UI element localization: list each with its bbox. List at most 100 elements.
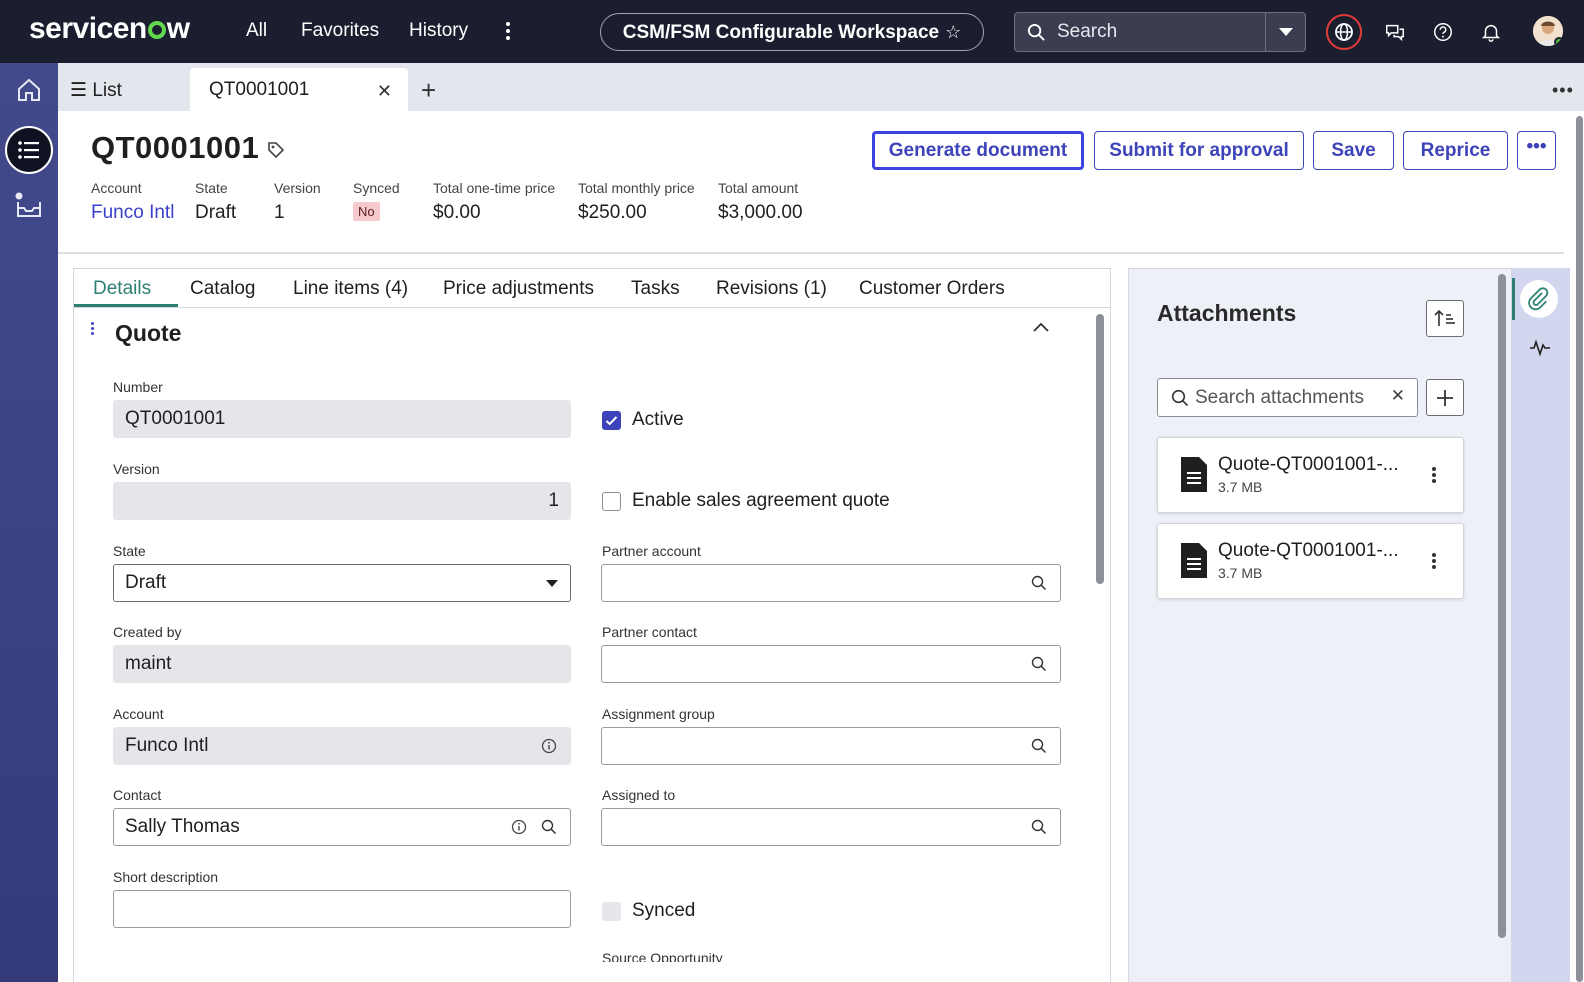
list-icon[interactable] [5,126,53,174]
activity-icon[interactable] [1529,337,1551,357]
paperclip-icon[interactable] [1520,280,1558,318]
attachment-menu-icon[interactable] [1432,467,1436,483]
version-label: Version [113,461,160,477]
version-value: 1 [548,490,559,511]
presence-indicator [1554,37,1563,46]
inbox-icon[interactable] [13,190,45,222]
search-icon[interactable] [1031,819,1047,835]
meta-account-link[interactable]: Funco Intl [91,202,174,224]
attachment-name: Quote-QT0001001-... [1218,540,1399,561]
partner-account-field[interactable] [601,564,1061,602]
record-title: QT0001001 [91,130,260,165]
search-icon[interactable] [1031,575,1047,591]
contact-field[interactable]: Sally Thomas [113,808,571,846]
short-description-field[interactable] [113,890,571,928]
info-icon[interactable] [511,819,527,835]
servicenow-logo[interactable]: servicen w [29,12,190,46]
tab-list[interactable]: ☰ List [70,79,122,102]
search-icon[interactable] [541,819,557,835]
attachment-size: 3.7 MB [1218,565,1263,581]
chevron-up-icon[interactable] [1033,322,1049,332]
assigned-to-label: Assigned to [602,787,676,803]
star-icon[interactable]: ☆ [945,22,961,42]
chevron-down-icon [546,580,558,587]
meta-version-label: Version [274,180,321,196]
meta-onetime-value: $0.00 [433,202,481,223]
tab-catalog[interactable]: Catalog [190,278,256,300]
search-attachments-input[interactable]: Search attachments ✕ [1157,378,1418,417]
contact-value: Sally Thomas [125,816,240,837]
chevron-down-icon [1279,28,1293,36]
workspace-switcher[interactable]: CSM/FSM Configurable Workspace ☆ [600,13,984,51]
enable-sales-agreement-checkbox[interactable] [602,492,621,511]
section-menu-icon[interactable] [91,322,95,336]
nav-history[interactable]: History [409,20,468,42]
active-label: Active [632,409,684,430]
home-icon[interactable] [15,76,43,104]
meta-monthly-value: $250.00 [578,202,647,223]
attachments-title: Attachments [1157,300,1297,326]
clear-search-icon[interactable]: ✕ [1391,386,1405,406]
globe-icon[interactable] [1326,14,1362,50]
search-icon[interactable] [1031,656,1047,672]
active-checkbox[interactable] [602,411,621,430]
help-icon[interactable] [1432,21,1454,43]
tab-line-items[interactable]: Line items (4) [293,278,408,300]
save-button[interactable]: Save [1313,131,1394,170]
attachment-menu-icon[interactable] [1432,553,1436,569]
tab-revisions[interactable]: Revisions (1) [716,278,827,300]
bell-icon[interactable] [1480,21,1502,43]
contact-label: Contact [113,787,162,803]
reprice-button[interactable]: Reprice [1403,131,1508,170]
assignment-group-field[interactable] [601,727,1061,765]
page-scrollbar[interactable] [1575,114,1584,982]
tab-price-adjustments[interactable]: Price adjustments [443,278,594,300]
sort-button[interactable] [1426,300,1464,337]
section-title: Quote [115,320,182,346]
submit-for-approval-button[interactable]: Submit for approval [1094,131,1304,170]
search-icon [1171,389,1189,407]
add-tab-icon[interactable]: + [421,75,436,106]
more-options-icon[interactable]: ••• [1552,80,1574,101]
tab-tasks[interactable]: Tasks [631,278,680,300]
created-by-label: Created by [113,624,182,640]
add-attachment-button[interactable] [1426,379,1464,416]
active-tab-indicator [74,304,178,307]
tab-customer-orders[interactable]: Customer Orders [859,278,1005,300]
form-scrollbar[interactable] [1096,314,1104,584]
more-actions-button[interactable]: ••• [1517,131,1556,170]
global-search[interactable]: Search [1014,12,1306,52]
tab-qt0001001[interactable]: QT0001001 ✕ [190,68,408,111]
context-sidebar [1512,268,1570,982]
meta-state-label: State [195,180,228,196]
short-description-label: Short description [113,869,219,885]
state-label: State [113,543,146,559]
plus-icon [1437,390,1453,406]
info-icon[interactable] [541,738,557,754]
nav-favorites[interactable]: Favorites [301,20,379,42]
nav-more-icon[interactable] [506,22,512,40]
attachments-scrollbar[interactable] [1498,274,1506,938]
search-icon[interactable] [1031,738,1047,754]
nav-all[interactable]: All [246,20,267,42]
chat-icon[interactable] [1384,21,1406,43]
version-field: 1 [113,482,571,520]
tag-icon[interactable] [266,140,286,160]
list-menu-icon: ☰ [70,80,93,101]
meta-onetime-label: Total one-time price [433,180,556,196]
attachment-item[interactable]: Quote-QT0001001-... 3.7 MB [1157,523,1464,599]
meta-synced-label: Synced [353,180,400,196]
user-avatar[interactable] [1533,16,1563,46]
attachment-name: Quote-QT0001001-... [1218,454,1399,475]
assigned-to-field[interactable] [601,808,1061,846]
partner-contact-field[interactable] [601,645,1061,683]
meta-state-value: Draft [195,202,237,223]
synced-checkbox [602,902,621,921]
attachment-item[interactable]: Quote-QT0001001-... 3.7 MB [1157,437,1464,513]
tab-details[interactable]: Details [93,278,151,300]
search-scope-dropdown[interactable] [1265,13,1305,51]
close-icon[interactable]: ✕ [377,81,392,102]
state-select[interactable]: Draft [113,564,571,602]
account-value: Funco Intl [125,735,209,756]
generate-document-button[interactable]: Generate document [872,131,1084,170]
